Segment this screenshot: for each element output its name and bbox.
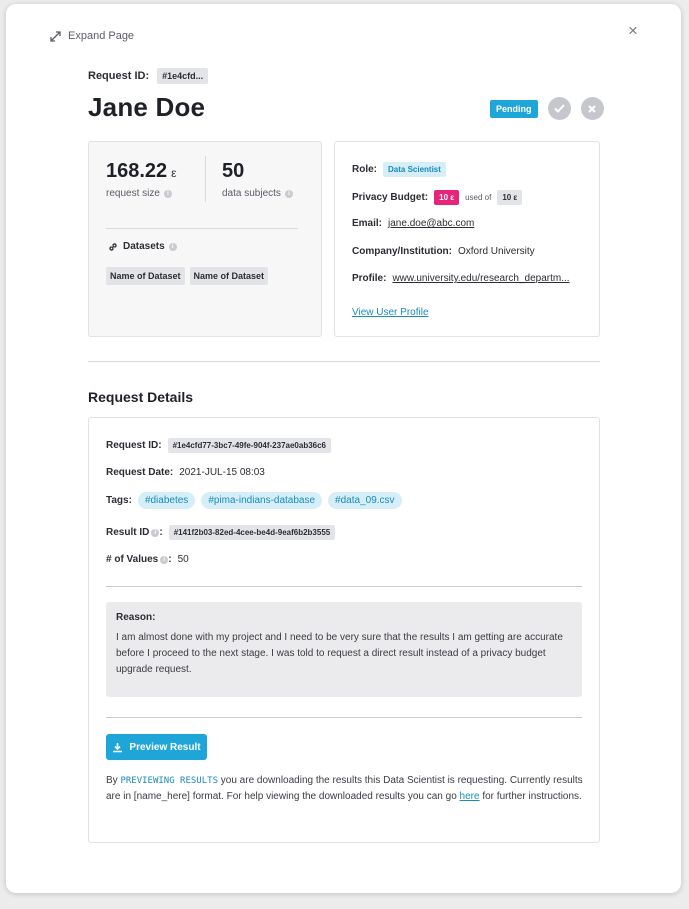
request-modal: Expand Page × Request ID: #1e4cfd... Jan… <box>6 4 681 893</box>
reason-box: Reason: I am almost done with my project… <box>106 602 582 697</box>
reason-text: I am almost done with my project and I n… <box>116 632 563 675</box>
footer-pre: By <box>106 775 121 786</box>
detail-request-id-label: Request ID: <box>106 440 162 451</box>
request-date-label: Request Date: <box>106 467 174 478</box>
result-id-value: #141f2b03-82ed-4cee-be4d-9eaf6b2b3555 <box>168 525 336 540</box>
budget-used-badge: 10 ε <box>434 190 460 205</box>
role-label: Role: <box>352 164 377 175</box>
result-id-label: Result ID <box>106 527 150 538</box>
datasets-heading: Datasets i <box>108 241 177 252</box>
values-label-group: # of Values i: <box>106 554 172 565</box>
tags-label: Tags: <box>106 495 132 506</box>
request-id-label: Request ID: <box>88 70 150 82</box>
data-subjects-label: data subjects <box>222 188 281 199</box>
details-divider-bottom <box>106 717 582 718</box>
request-date-row: Request Date: 2021-JUL-15 08:03 <box>106 467 265 478</box>
help-link[interactable]: here <box>460 791 480 802</box>
request-date-value: 2021-JUL-15 08:03 <box>179 467 265 478</box>
values-label: # of Values <box>106 554 159 565</box>
tag-chip[interactable]: #data_09.csv <box>328 492 402 509</box>
request-summary-card: 168.22 ε request size i 50 data subjects i … <box>88 141 322 337</box>
info-icon: i <box>168 242 177 251</box>
section-divider <box>88 361 600 362</box>
status-actions: Pending <box>490 97 604 120</box>
link-icon <box>109 242 117 251</box>
profile-row: Profile: www.university.edu/research_dep… <box>352 273 570 284</box>
company-label: Company/Institution: <box>352 246 452 257</box>
tags-row: Tags: #diabetes #pima-indians-database #… <box>106 492 408 509</box>
company-value: Oxford University <box>458 246 535 257</box>
close-icon[interactable]: × <box>628 22 638 39</box>
details-divider-top <box>106 586 582 587</box>
preview-result-label: Preview Result <box>129 741 201 753</box>
detail-request-id-row: Request ID: #1e4cfd77-3bc7-49fe-904f-237… <box>106 438 331 453</box>
budget-used-of: used of <box>465 193 492 202</box>
values-colon: : <box>168 554 172 565</box>
metric-divider <box>205 156 206 202</box>
dataset-chip[interactable]: Name of Dataset <box>189 267 269 285</box>
expand-page-button[interactable]: Expand Page <box>50 30 134 42</box>
role-row: Role: Data Scientist <box>352 162 446 177</box>
result-id-row: Result ID i: #141f2b03-82ed-4cee-be4d-9ea… <box>106 525 336 540</box>
email-label: Email: <box>352 218 383 229</box>
dataset-chips: Name of Dataset Name of Dataset <box>106 267 273 285</box>
footer-mono: PREVIEWING RESULTS <box>120 776 218 786</box>
expand-page-label: Expand Page <box>68 30 135 42</box>
user-profile-card: Role: Data Scientist Privacy Budget: 10 … <box>334 141 600 337</box>
email-row: Email: jane.doe@abc.com <box>352 218 474 229</box>
request-size-label: request size <box>106 188 160 199</box>
profile-link[interactable]: www.university.edu/research_departm... <box>392 273 569 284</box>
budget-total-badge: 10 ε <box>497 190 523 205</box>
result-id-label-group: Result ID i: <box>106 527 163 538</box>
budget-label: Privacy Budget: <box>352 192 429 203</box>
result-id-colon: : <box>159 527 163 538</box>
check-icon <box>553 104 565 113</box>
user-name-title: Jane Doe <box>88 92 206 122</box>
download-icon <box>113 742 123 752</box>
reject-button[interactable] <box>580 97 604 120</box>
approve-button[interactable] <box>547 97 571 120</box>
info-icon: i <box>160 555 169 564</box>
view-profile-row: View User Profile <box>352 307 429 318</box>
company-row: Company/Institution: Oxford University <box>352 246 535 257</box>
reject-icon <box>588 104 596 113</box>
tag-chip[interactable]: #diabetes <box>137 492 196 509</box>
budget-row: Privacy Budget: 10 ε used of 10 ε <box>352 190 523 205</box>
card-divider <box>106 228 298 229</box>
detail-request-id-value: #1e4cfd77-3bc7-49fe-904f-237ae0ab36c6 <box>167 438 331 453</box>
role-badge: Data Scientist <box>383 162 446 177</box>
preview-help-text: By PREVIEWING RESULTS you are downloadin… <box>106 773 586 805</box>
expand-icon <box>50 30 61 42</box>
values-row: # of Values i: 50 <box>106 554 189 565</box>
request-id-short: #1e4cfd... <box>157 68 209 84</box>
info-icon: i <box>163 189 172 198</box>
profile-label: Profile: <box>352 273 387 284</box>
reason-heading: Reason: <box>116 612 156 623</box>
info-icon: i <box>151 528 160 537</box>
datasets-heading-label: Datasets <box>123 241 165 252</box>
footer-post: for further instructions. <box>479 791 582 802</box>
dataset-chip[interactable]: Name of Dataset <box>106 267 185 285</box>
data-subjects-value: 50 <box>222 160 245 182</box>
request-size-metric: 168.22 ε request size i <box>106 160 177 199</box>
request-details-card: Request ID: #1e4cfd77-3bc7-49fe-904f-237… <box>88 417 600 843</box>
request-id-row: Request ID: #1e4cfd... <box>88 68 209 84</box>
view-user-profile-link[interactable]: View User Profile <box>352 307 429 318</box>
info-icon: i <box>284 189 293 198</box>
data-subjects-metric: 50 data subjects i <box>222 160 293 199</box>
values-value: 50 <box>177 554 189 565</box>
epsilon-unit: ε <box>171 166 177 180</box>
email-link[interactable]: jane.doe@abc.com <box>388 218 474 229</box>
request-size-value: 168.22 <box>106 160 168 182</box>
status-badge: Pending <box>490 99 538 118</box>
tag-chip[interactable]: #pima-indians-database <box>201 492 323 509</box>
preview-result-button[interactable]: Preview Result <box>106 734 207 760</box>
request-details-title: Request Details <box>88 389 194 405</box>
